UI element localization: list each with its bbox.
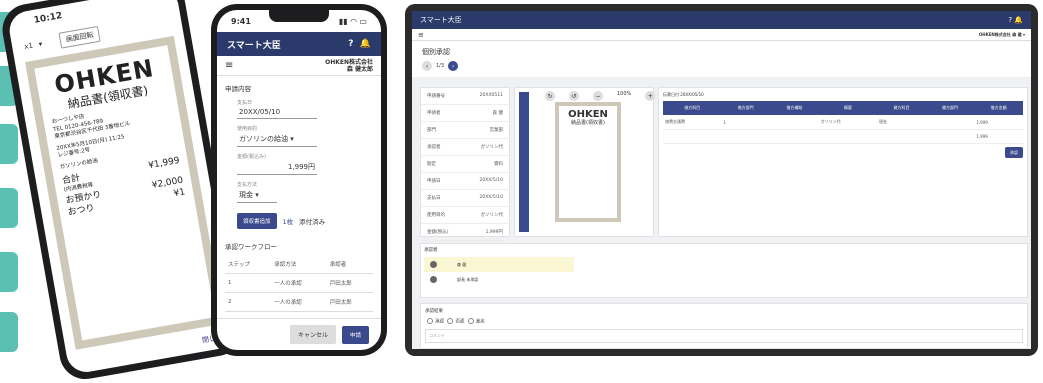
receipt-image: OHKEN 納品書(領収書) お一つしや店 TEL 0120-456-789 東… xyxy=(25,35,225,350)
request-details: 申請番号 20XX0511 申請者森 健 部門 営業部 承認者 ガソリン代 勘定 資料 … xyxy=(420,87,510,258)
viewer-toolbar[interactable] xyxy=(519,92,529,232)
section-title: 申請内容 xyxy=(225,85,251,93)
workflow-label: 承認者 xyxy=(424,248,438,253)
status-time: 9:41 xyxy=(231,16,251,26)
workflow-table: ステップ 承認方法 承認者 1 一人の承認 戸田太郎 2 一人の承認 戸田太郎 xyxy=(225,255,373,312)
journal-panel: 伝票日付 20XX/05/10 借方科目 借方部門 借方補助 摘要 貸方科目 貸方部門 借方… xyxy=(658,87,1028,237)
user-name: 森 健 xyxy=(1012,31,1022,37)
menu-icon[interactable]: ≡ xyxy=(225,60,233,71)
result-label: 承認結果 xyxy=(425,309,443,314)
bell-icon[interactable]: 🔔 xyxy=(1014,16,1023,24)
date-field[interactable]: 20XX/05/10 xyxy=(237,106,317,119)
add-receipt-button[interactable]: 領収書追加 xyxy=(237,213,277,229)
zoom-in-icon[interactable]: + xyxy=(645,91,656,101)
rotate-button[interactable]: 画面回転 xyxy=(58,25,101,49)
pager-count: 1/3 xyxy=(436,63,445,69)
radio-reject[interactable] xyxy=(447,318,454,324)
purpose-select[interactable]: ガソリンの給油 ▾ xyxy=(237,132,317,147)
amount-field[interactable]: 1,999円 xyxy=(237,160,317,175)
table-row: 旅費交通費 1 ガソリン代 現金 1,999 xyxy=(663,115,1023,130)
status-icon xyxy=(430,261,437,268)
chevron-down-icon: ▾ xyxy=(38,39,43,49)
attach-count[interactable]: 1枚 xyxy=(283,216,294,226)
menu-icon[interactable]: ≡ xyxy=(418,31,424,39)
approve-button[interactable]: 承認 xyxy=(1005,147,1023,158)
bell-icon[interactable]: 🔔 xyxy=(360,39,371,49)
side-tab[interactable] xyxy=(0,124,18,164)
app-title: スマート大臣 xyxy=(420,16,462,24)
next-page-icon[interactable]: › xyxy=(448,61,459,71)
table-row: 2 一人の承認 戸田太郎 xyxy=(225,292,373,312)
submit-button[interactable]: 申請 xyxy=(341,325,369,344)
date-label: 支払日 xyxy=(237,100,253,106)
payment-select[interactable]: 現金 ▾ xyxy=(237,188,277,203)
prev-page-icon[interactable]: ‹ xyxy=(422,61,432,71)
journal-table: 借方科目 借方部門 借方補助 摘要 貸方科目 貸方部門 借方金額 旅費交通費 1 ガソリン代 現金… xyxy=(663,101,1023,144)
cancel-button[interactable]: キャンセル xyxy=(289,325,336,344)
side-tab[interactable] xyxy=(0,188,18,228)
phone-application-form: 9:41 ▮▮ ◠ ▭ スマート大臣 ? 🔔 ≡ OHKEN株式会社森 健太郎 申… xyxy=(211,4,387,356)
phone-notch xyxy=(269,10,329,22)
workflow-panel: 承認者 森 健 部長 未承認 xyxy=(420,243,1028,298)
journal-date: 伝票日付 20XX/05/10 xyxy=(663,92,704,97)
purpose-label: 使用目的 xyxy=(237,126,258,132)
receipt-thumbnail: OHKEN 納品書(領収書) xyxy=(555,102,621,222)
radio-approve[interactable] xyxy=(427,318,433,324)
result-panel: 承認結果 承認 否認 差戻 コメント xyxy=(420,303,1028,349)
company-name: OHKEN株式会社 xyxy=(978,31,1011,37)
signal-icon: ▮▮ ◠ ▭ xyxy=(338,16,367,26)
help-icon[interactable]: ? xyxy=(348,39,353,49)
payment-label: 支払方法 xyxy=(237,182,258,188)
zoom-select[interactable]: x1 xyxy=(24,42,34,51)
page-title: 個別承認 xyxy=(412,41,1031,59)
zoom-out-icon[interactable]: − xyxy=(593,91,603,101)
attach-status: 添付済み xyxy=(299,218,326,226)
user-name: 森 健太郎 xyxy=(346,65,373,73)
phone-receipt-viewer: 10:12 x1 ▾ 画面回転 OHKEN 納品書(領収書) お一つしや店 TE… xyxy=(0,0,247,383)
status-icon xyxy=(430,276,437,283)
workflow-title: 承認ワークフロー xyxy=(225,243,277,251)
change-value: ¥1 xyxy=(172,186,186,199)
side-tab[interactable] xyxy=(0,252,18,292)
receipt-viewer: ↻ ↺ − 100% + OHKEN 納品書(領収書) xyxy=(514,87,656,237)
app-title: スマート大臣 xyxy=(227,40,281,51)
side-tab[interactable] xyxy=(0,312,18,352)
table-row: 1 一人の承認 戸田太郎 xyxy=(225,273,373,293)
rotate-icon[interactable]: ↻ xyxy=(545,91,555,101)
company-name: OHKEN株式会社 xyxy=(325,58,373,66)
table-row: 1,999 xyxy=(663,129,1023,144)
comment-input[interactable]: コメント xyxy=(425,328,1023,343)
help-icon[interactable]: ? xyxy=(1008,16,1012,24)
rotate-back-icon[interactable]: ↺ xyxy=(569,91,579,101)
radio-return[interactable] xyxy=(467,318,474,324)
desktop-approval-screen: スマート大臣 ? 🔔 ≡ OHKEN株式会社 森 健 ▾ 個別承認 ‹ 1/3 … xyxy=(405,4,1038,356)
amount-label: 金額(税込み) xyxy=(237,154,266,160)
zoom-level: 100% xyxy=(617,91,632,97)
